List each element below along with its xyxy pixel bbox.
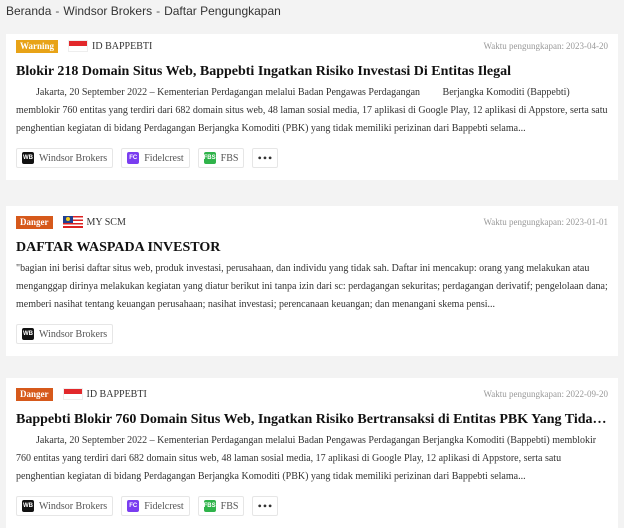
card-description: Jakarta, 20 September 2022 – Kementerian… [16, 435, 597, 482]
disclosure-date: 2023-04-20 [566, 41, 608, 51]
tag-windsor-brokers[interactable]: WB Windsor Brokers [16, 496, 114, 516]
tag-fbs[interactable]: FBS FBS [197, 496, 245, 516]
card-description: "bagian ini berisi daftar situs web, pro… [16, 263, 608, 310]
windsor-brokers-icon: WB [22, 500, 34, 512]
broker-tags: WB Windsor Brokers FC Fidelcrest FBS FBS ••… [16, 496, 608, 516]
card-header: Danger ID BAPPEBTI Waktu pengungkapan: 20… [16, 386, 608, 402]
tag-label: Windsor Brokers [39, 328, 108, 340]
tag-label: Fidelcrest [144, 500, 184, 512]
disclosure-time-label: Waktu pengungkapan: [483, 41, 564, 51]
breadcrumb-separator: - [156, 4, 161, 18]
indonesia-flag-icon [62, 388, 83, 400]
card-header: Danger MY SCM Waktu pengungkapan: 2023-01… [16, 214, 608, 230]
tag-label: FBS [220, 500, 239, 512]
disclosure-time: Waktu pengungkapan: 2022-09-20 [483, 389, 608, 399]
broker-tags: WB Windsor Brokers FC Fidelcrest FBS FBS ••… [16, 148, 608, 168]
disclosure-card[interactable]: Danger ID BAPPEBTI Waktu pengungkapan: 20… [6, 378, 618, 528]
windsor-brokers-icon: WB [22, 328, 34, 340]
breadcrumb-broker[interactable]: Windsor Brokers [63, 4, 152, 18]
source-label: ID BAPPEBTI [92, 40, 153, 52]
card-title[interactable]: Blokir 218 Domain Situs Web, Bappebti In… [16, 63, 608, 81]
indonesia-flag-icon [68, 40, 89, 52]
danger-badge: Danger [16, 215, 53, 229]
disclosure-date: 2022-09-20 [566, 389, 608, 399]
breadcrumb-home[interactable]: Beranda [6, 4, 51, 18]
fbs-icon: FBS [203, 500, 216, 512]
more-tags-button[interactable]: ••• [252, 148, 279, 168]
source-label: ID BAPPEBTI [86, 388, 147, 400]
disclosure-card[interactable]: Danger MY SCM Waktu pengungkapan: 2023-01… [6, 206, 618, 356]
tag-label: Fidelcrest [144, 152, 184, 164]
disclosure-card[interactable]: Warning ID BAPPEBTI Waktu pengungkapan: 2… [6, 34, 618, 180]
windsor-brokers-icon: WB [22, 152, 34, 164]
more-tags-button[interactable]: ••• [252, 496, 279, 516]
disclosure-time: Waktu pengungkapan: 2023-01-01 [483, 217, 608, 227]
broker-tags: WB Windsor Brokers [16, 324, 608, 344]
tag-label: Windsor Brokers [39, 500, 108, 512]
disclosure-time-label: Waktu pengungkapan: [483, 389, 564, 399]
tag-label: FBS [220, 152, 239, 164]
malaysia-flag-icon [62, 216, 83, 228]
breadcrumb-current: Daftar Pengungkapan [164, 4, 281, 18]
breadcrumb: Beranda - Windsor Brokers - Daftar Pengungka… [6, 4, 281, 18]
disclosure-time-label: Waktu pengungkapan: [483, 217, 564, 227]
card-title[interactable]: DAFTAR WASPADA INVESTOR [16, 239, 608, 257]
tag-windsor-brokers[interactable]: WB Windsor Brokers [16, 324, 114, 344]
disclosure-date: 2023-01-01 [566, 217, 608, 227]
tag-fidelcrest[interactable]: FC Fidelcrest [121, 496, 190, 516]
card-title[interactable]: Bappebti Blokir 760 Domain Situs Web, In… [16, 411, 608, 429]
tag-fbs[interactable]: FBS FBS [197, 148, 245, 168]
fbs-icon: FBS [203, 152, 216, 164]
danger-badge: Danger [16, 387, 53, 401]
breadcrumb-separator: - [55, 4, 60, 18]
tag-windsor-brokers[interactable]: WB Windsor Brokers [16, 148, 114, 168]
fidelcrest-icon: FC [127, 152, 140, 164]
tag-fidelcrest[interactable]: FC Fidelcrest [121, 148, 190, 168]
card-description: Jakarta, 20 September 2022 – Kementerian… [16, 87, 608, 134]
warning-badge: Warning [16, 39, 59, 53]
card-header: Warning ID BAPPEBTI Waktu pengungkapan: 2… [16, 38, 608, 54]
source-label: MY SCM [86, 216, 126, 228]
fidelcrest-icon: FC [127, 500, 140, 512]
disclosure-time: Waktu pengungkapan: 2023-04-20 [483, 41, 608, 51]
tag-label: Windsor Brokers [39, 152, 108, 164]
